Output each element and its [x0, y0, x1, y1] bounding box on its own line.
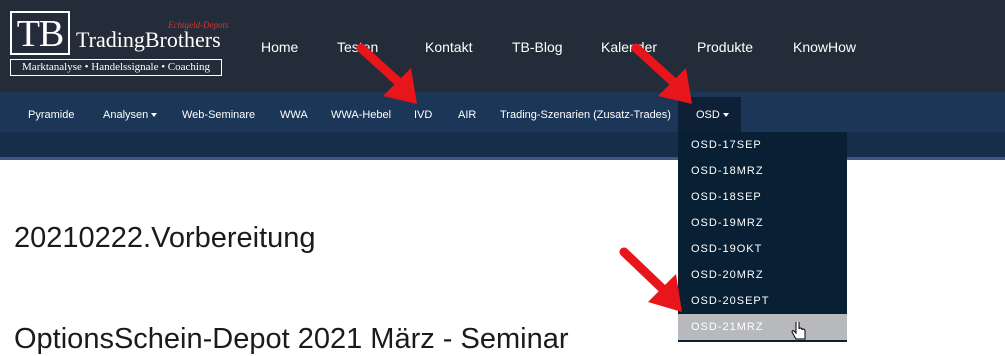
- caret-down-icon: [151, 113, 158, 118]
- subnav-web-seminare[interactable]: Web-Seminare: [182, 109, 255, 121]
- topnav-tb-blog[interactable]: TB-Blog: [512, 39, 563, 55]
- subnav-wwa[interactable]: WWA: [280, 109, 308, 121]
- dropdown-item-osd-20mrz[interactable]: OSD-20MRZ: [678, 262, 847, 288]
- topnav-home[interactable]: Home: [261, 39, 298, 55]
- dropdown-item-osd-19mrz[interactable]: OSD-19MRZ: [678, 210, 847, 236]
- subnav-trading-szenarien[interactable]: Trading-Szenarien (Zusatz-Trades): [500, 109, 671, 121]
- dropdown-item-osd-21mrz[interactable]: OSD-21MRZ: [678, 314, 847, 340]
- hand-pointer-icon: [791, 322, 806, 340]
- dropdown-item-osd-18mrz[interactable]: OSD-18MRZ: [678, 158, 847, 184]
- logo-name: TradingBrothers: [76, 27, 221, 52]
- dropdown-item-osd-19okt[interactable]: OSD-19OKT: [678, 236, 847, 262]
- osd-dropdown-menu: OSD-17SEP OSD-18MRZ OSD-18SEP OSD-19MRZ …: [678, 132, 847, 342]
- red-arrow-icon: [619, 247, 682, 312]
- subnav-osd[interactable]: OSD: [696, 109, 729, 121]
- page-title: 20210222.Vorbereitung: [14, 222, 316, 254]
- dropdown-item-osd-18sep[interactable]: OSD-18SEP: [678, 184, 847, 210]
- navbar-divider: [0, 157, 1005, 160]
- subnav-wwa-hebel[interactable]: WWA-Hebel: [331, 109, 391, 121]
- topnav-knowhow[interactable]: KnowHow: [793, 39, 856, 55]
- subnav-pyramide[interactable]: Pyramide: [28, 109, 74, 121]
- red-arrow-icon: [631, 43, 692, 104]
- subnav-ivd[interactable]: IVD: [414, 109, 432, 121]
- subnav-osd-label: OSD: [696, 109, 720, 121]
- dropdown-item-osd-17sep[interactable]: OSD-17SEP: [678, 132, 847, 158]
- logo-subtitle: Echtgeld-Depots: [168, 20, 229, 30]
- secondary-navbar-lower: [0, 132, 1005, 157]
- page-subtitle: OptionsSchein-Depot 2021 März - Seminar: [14, 323, 569, 355]
- dropdown-item-osd-20sept[interactable]: OSD-20SEPT: [678, 288, 847, 314]
- subnav-analysen-label: Analysen: [103, 109, 149, 121]
- tradingbrothers-logo[interactable]: TB TradingBrothers Echtgeld-Depots Markt…: [10, 11, 228, 76]
- logo-tagline: Marktanalyse • Handelssignale • Coaching: [10, 59, 222, 76]
- subnav-air[interactable]: AIR: [458, 109, 476, 121]
- subnav-analysen[interactable]: Analysen: [103, 109, 158, 121]
- red-arrow-icon: [356, 43, 417, 104]
- caret-down-icon: [722, 113, 729, 118]
- logo-initials: TB: [10, 11, 70, 55]
